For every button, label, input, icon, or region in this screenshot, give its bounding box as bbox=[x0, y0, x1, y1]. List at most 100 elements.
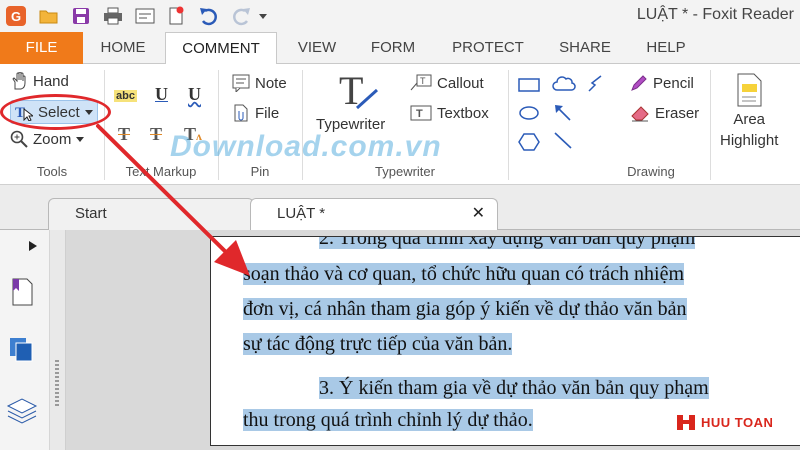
doc-tab-start[interactable]: Start bbox=[48, 198, 254, 230]
polyline-icon[interactable] bbox=[586, 74, 606, 94]
document-tab-bar: Start LUẬT * ✕ bbox=[0, 185, 800, 231]
doc-tab-start-label: Start bbox=[75, 205, 107, 222]
save-icon[interactable] bbox=[70, 5, 92, 27]
rectangle-icon[interactable] bbox=[518, 76, 540, 94]
callout-button[interactable]: T Callout bbox=[410, 74, 484, 92]
hand-icon bbox=[10, 72, 28, 90]
area-highlight-button[interactable]: Area Highlight bbox=[720, 72, 778, 150]
oval-icon[interactable] bbox=[518, 104, 540, 122]
properties-icon[interactable] bbox=[134, 5, 156, 27]
typewriter-group-label: Typewriter bbox=[375, 164, 435, 179]
file-attachment-button[interactable]: File bbox=[232, 104, 279, 122]
brand-logo: HUU TOAN bbox=[676, 412, 773, 432]
tools-group-label: Tools bbox=[36, 164, 68, 179]
highlight-text-button[interactable]: abc bbox=[114, 90, 137, 102]
tab-protect[interactable]: PROTECT bbox=[444, 32, 532, 64]
selected-text: đơn vị, cá nhân tham gia góp ý kiến về d… bbox=[243, 298, 687, 320]
zoom-dropdown-icon[interactable] bbox=[76, 135, 85, 143]
zoom-tool-button[interactable]: Zoom bbox=[10, 130, 85, 148]
tab-comment[interactable]: COMMENT bbox=[165, 32, 277, 65]
doc-tab-luat[interactable]: LUẬT * ✕ bbox=[250, 198, 498, 231]
file-attachment-icon bbox=[232, 104, 250, 122]
print-icon[interactable] bbox=[102, 5, 124, 27]
area-highlight-label-line2: Highlight bbox=[720, 132, 779, 149]
line-tool-icon[interactable] bbox=[552, 130, 574, 150]
typewriter-icon: T bbox=[321, 70, 381, 114]
file-attachment-label: File bbox=[255, 104, 280, 122]
replace-text-button[interactable]: T bbox=[150, 124, 162, 145]
callout-icon: T bbox=[410, 74, 432, 92]
bookmark-icon[interactable] bbox=[10, 278, 34, 306]
tab-home[interactable]: HOME bbox=[90, 32, 156, 64]
pencil-label: Pencil bbox=[653, 74, 694, 92]
redo-icon[interactable] bbox=[230, 5, 252, 27]
document-line[interactable]: 3. Ý kiến tham gia về dự thảo văn bản qu… bbox=[319, 377, 709, 400]
textbox-label: Textbox bbox=[437, 104, 489, 122]
app-logo-icon[interactable]: G bbox=[6, 6, 26, 26]
selected-text: thu trong quá trình chỉnh lý dự thảo. bbox=[243, 409, 533, 431]
selected-text: sự tác động trực tiếp của văn bản. bbox=[243, 333, 513, 355]
selected-text: 3. Ý kiến tham gia về dự thảo văn bản qu… bbox=[319, 377, 709, 399]
note-label: Note bbox=[255, 74, 287, 92]
window-title: LUẬT * - Foxit Reader bbox=[636, 6, 794, 23]
underline-button[interactable]: U bbox=[155, 84, 168, 105]
tab-share[interactable]: SHARE bbox=[550, 32, 620, 64]
svg-text:T: T bbox=[420, 76, 426, 86]
layers-icon[interactable] bbox=[6, 396, 38, 424]
close-icon[interactable]: ✕ bbox=[472, 199, 485, 229]
tab-help[interactable]: HELP bbox=[636, 32, 696, 64]
ribbon: Hand T Select Zoom Tools abc U U T T Tʌ … bbox=[0, 64, 800, 185]
eraser-icon bbox=[630, 104, 650, 122]
eraser-button[interactable]: Eraser bbox=[630, 104, 699, 122]
polygon-icon[interactable] bbox=[518, 132, 540, 152]
pin-group-label: Pin bbox=[250, 164, 270, 179]
pencil-button[interactable]: Pencil bbox=[630, 74, 694, 92]
group-divider bbox=[710, 70, 711, 180]
brand-name: HUU TOAN bbox=[701, 414, 774, 430]
undo-icon[interactable] bbox=[198, 5, 220, 27]
zoom-tool-label: Zoom bbox=[33, 130, 72, 148]
textbox-button[interactable]: T Textbox bbox=[410, 104, 489, 122]
brand-mark-icon bbox=[677, 415, 695, 430]
selected-text: 2. Trong quá trình xây dựng văn bản quy … bbox=[319, 237, 696, 249]
selected-text: soạn thảo và cơ quan, tổ chức hữu quan c… bbox=[243, 263, 685, 285]
navigation-sidebar bbox=[0, 230, 50, 450]
open-folder-icon[interactable] bbox=[38, 5, 60, 27]
customize-dropdown-icon[interactable] bbox=[256, 5, 270, 27]
note-icon bbox=[232, 74, 250, 92]
document-line[interactable]: thu trong quá trình chỉnh lý dự thảo. bbox=[243, 409, 533, 432]
title-bar: G LUẬT * - Foxit Reader bbox=[0, 0, 800, 32]
hand-tool-label: Hand bbox=[33, 72, 69, 90]
pages-icon[interactable] bbox=[8, 336, 36, 364]
zoom-icon bbox=[10, 130, 28, 148]
note-button[interactable]: Note bbox=[232, 74, 287, 92]
new-file-icon[interactable] bbox=[165, 5, 187, 27]
text-markup-group-label: Text Markup bbox=[125, 164, 197, 179]
arrow-tool-icon[interactable] bbox=[552, 102, 574, 122]
hand-tool-button[interactable]: Hand bbox=[10, 72, 69, 90]
typewriter-button[interactable]: T Typewriter bbox=[316, 70, 385, 133]
strikeout-button[interactable]: T bbox=[118, 124, 130, 145]
tab-file[interactable]: FILE bbox=[0, 32, 83, 64]
drawing-group-label: Drawing bbox=[627, 164, 675, 179]
app-logo-letter: G bbox=[10, 8, 22, 24]
document-line[interactable]: 2. Trong quá trình xây dựng văn bản quy … bbox=[319, 237, 696, 250]
sidebar-resize-handle[interactable] bbox=[50, 230, 66, 450]
tab-form[interactable]: FORM bbox=[360, 32, 426, 64]
area-highlight-icon bbox=[734, 72, 764, 108]
watermark: Download.com.vn bbox=[170, 130, 442, 163]
document-line[interactable]: sự tác động trực tiếp của văn bản. bbox=[243, 333, 513, 356]
doc-tab-luat-label: LUẬT * bbox=[277, 205, 326, 222]
grip-dots bbox=[55, 360, 59, 406]
document-line[interactable]: soạn thảo và cơ quan, tổ chức hữu quan c… bbox=[243, 263, 685, 286]
expand-arrow-icon[interactable] bbox=[28, 240, 38, 252]
squiggly-button[interactable]: U bbox=[188, 84, 201, 105]
textbox-icon: T bbox=[410, 104, 432, 122]
document-line[interactable]: đơn vị, cá nhân tham gia góp ý kiến về d… bbox=[243, 298, 687, 321]
cloud-icon[interactable] bbox=[552, 74, 576, 94]
callout-label: Callout bbox=[437, 74, 484, 92]
select-annotation-circle bbox=[0, 94, 111, 130]
tab-view[interactable]: VIEW bbox=[286, 32, 348, 64]
menu-tab-row: FILE HOME COMMENT VIEW FORM PROTECT SHAR… bbox=[0, 32, 800, 65]
svg-text:T: T bbox=[416, 108, 423, 120]
